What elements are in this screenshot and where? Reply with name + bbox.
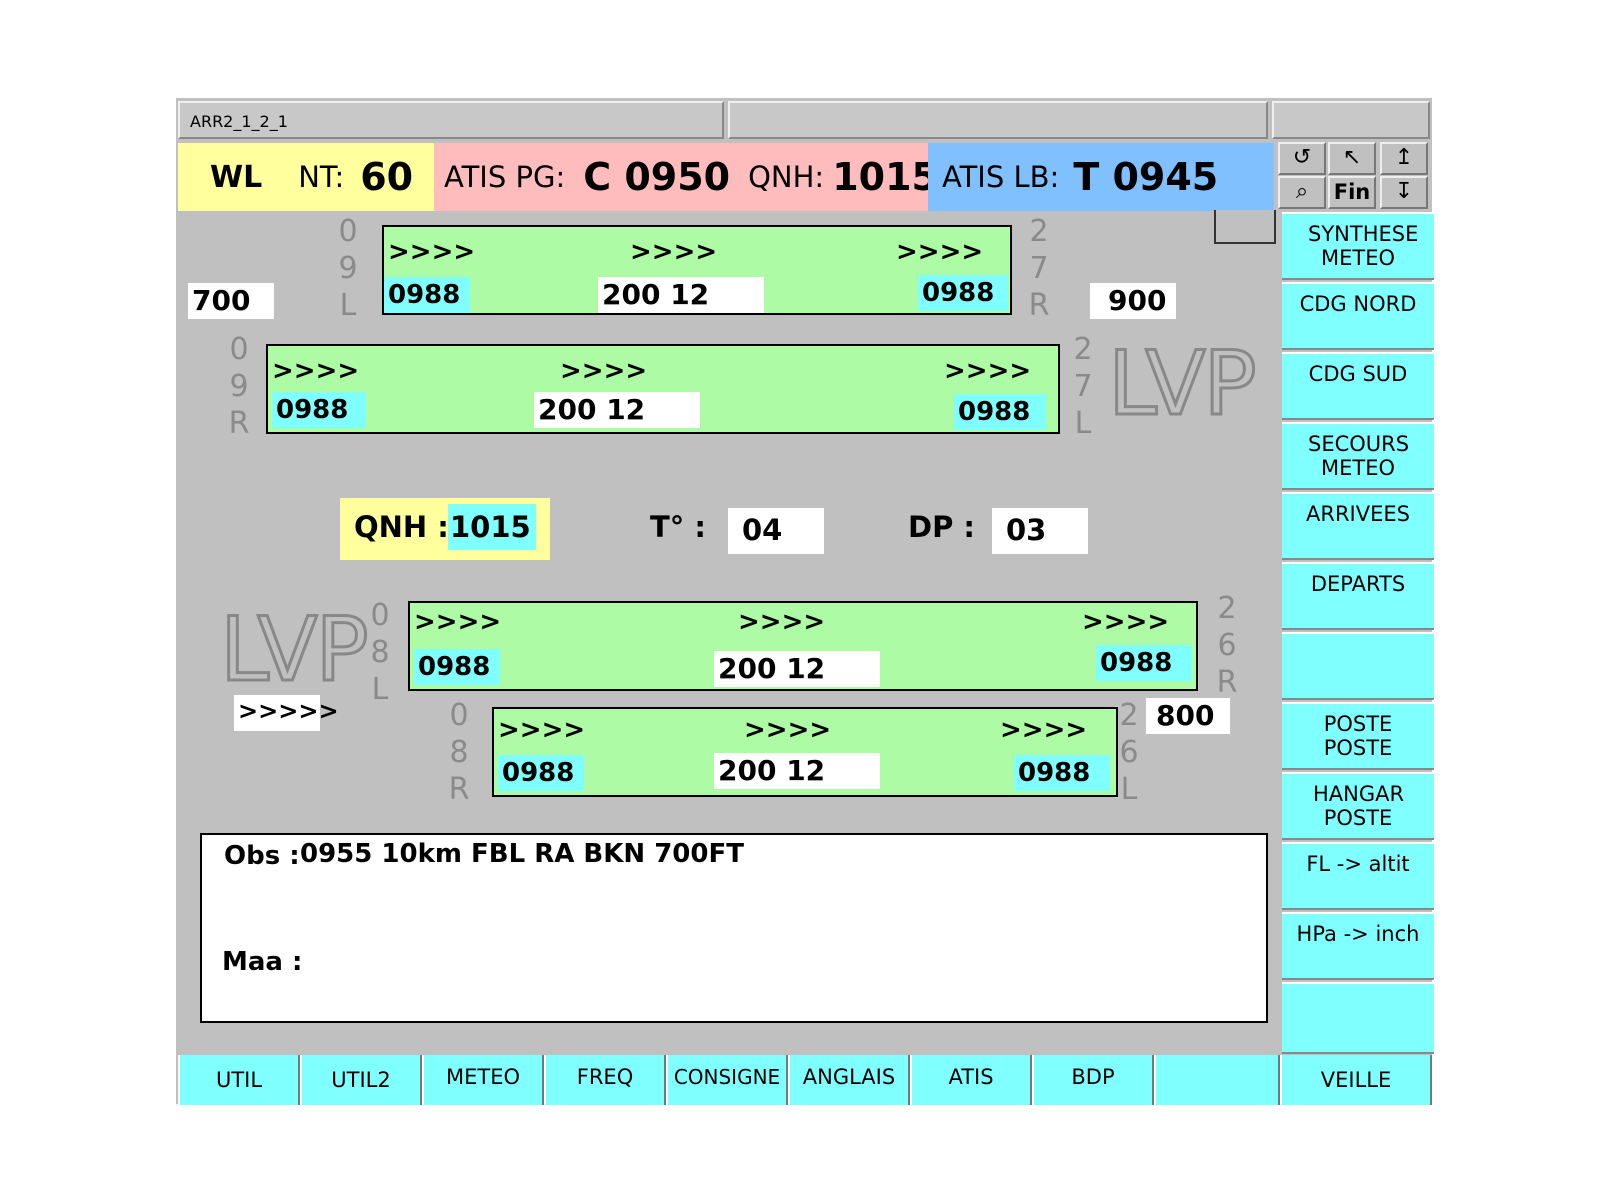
wl-label: WL: [210, 159, 263, 195]
bottom-empty-button[interactable]: [1154, 1055, 1280, 1105]
runway-left-value[interactable]: 0988: [498, 755, 584, 791]
sidebar-item-empty-2[interactable]: [1282, 982, 1434, 1054]
title-bar-spacer: [728, 101, 1268, 139]
bottom-veille-button[interactable]: VEILLE: [1280, 1055, 1432, 1105]
header-wl-section: WL NT: 60: [178, 143, 434, 211]
magnifier-icon[interactable]: ⌕: [1278, 176, 1326, 209]
runway-arrows: >>>>: [272, 356, 360, 386]
runway-arrows: >>>>: [1000, 715, 1088, 745]
runway-26l-side-value[interactable]: 800: [1146, 698, 1230, 734]
scroll-down-icon[interactable]: ↧: [1380, 176, 1428, 209]
sidebar-item-hangar-poste[interactable]: HANGAR POSTE: [1282, 772, 1434, 840]
bottom-consigne-button[interactable]: CONSIGNE: [666, 1055, 788, 1105]
runway-right-value[interactable]: 0988: [918, 275, 1008, 311]
runway-arrows: >>>>: [738, 607, 826, 637]
sidebar-item-cdg-nord[interactable]: CDG NORD: [1282, 282, 1434, 350]
bottom-meteo-button[interactable]: METEO: [422, 1055, 544, 1105]
runway-27l-label: 27L: [1073, 332, 1093, 441]
runway-center-value[interactable]: 200 12: [598, 277, 764, 313]
sidebar-item-fl-altit[interactable]: FL -> altit: [1282, 842, 1434, 910]
nt-label: NT:: [298, 160, 345, 194]
lvp-indicator-north: LVP: [1107, 332, 1259, 435]
runway-arrows: >>>>: [1082, 607, 1170, 637]
runway-09l-27r[interactable]: >>>> >>>> >>>> 0988 200 12 0988: [382, 225, 1012, 315]
runway-27r-side-value[interactable]: 900: [1090, 283, 1176, 319]
runway-08r-label: 08R: [448, 698, 470, 807]
runway-09l-label: 09L: [338, 214, 358, 323]
header-atis-pg-section: ATIS PG: C 0950 QNH: 1015: [434, 143, 938, 211]
sidebar-item-hpa-inch[interactable]: HPa -> inch: [1282, 912, 1434, 980]
runway-left-value[interactable]: 0988: [384, 277, 470, 313]
qnh-header-label: QNH:: [748, 160, 825, 194]
runway-left-value[interactable]: 0988: [414, 649, 500, 685]
lvp-indicator-south: LVP: [219, 598, 371, 701]
temp-label: T° :: [650, 510, 706, 544]
bottom-atis-button[interactable]: ATIS: [910, 1055, 1032, 1105]
bottom-freq-button[interactable]: FREQ: [544, 1055, 666, 1105]
maa-label: Maa :: [222, 947, 303, 977]
sidebar-item-arrivees[interactable]: ARRIVEES: [1282, 492, 1434, 560]
runway-arrows: >>>>: [498, 715, 586, 745]
bottom-bdp-button[interactable]: BDP: [1032, 1055, 1154, 1105]
undo-icon[interactable]: ↺: [1278, 142, 1326, 175]
header-atis-lb-section: ATIS LB: T 0945: [928, 143, 1274, 211]
runway-arrows: >>>>: [896, 237, 984, 267]
runway-center-value[interactable]: 200 12: [534, 392, 700, 428]
bottom-util-button[interactable]: UTIL: [178, 1055, 300, 1105]
runway-08l-26r[interactable]: >>>> >>>> >>>> 0988 200 12 0988: [408, 601, 1198, 691]
runway-09r-27l[interactable]: >>>> >>>> >>>> 0988 200 12 0988: [266, 344, 1060, 434]
dew-point-value[interactable]: 03: [992, 508, 1088, 554]
runway-right-value[interactable]: 0988: [1096, 645, 1192, 681]
sidebar-item-poste-poste[interactable]: POSTE POSTE: [1282, 702, 1434, 770]
obs-value: 0955 10km FBL RA BKN 700FT: [300, 839, 744, 869]
atis-lb-value: T 0945: [1073, 155, 1219, 199]
temp-value[interactable]: 04: [728, 508, 824, 554]
sidebar-item-cdg-sud[interactable]: CDG SUD: [1282, 352, 1434, 420]
runway-26r-label: 26R: [1216, 591, 1238, 700]
runway-arrows: >>>>: [744, 715, 832, 745]
runway-27r-label: 27R: [1028, 214, 1050, 323]
obs-label: Obs :: [224, 841, 300, 871]
bottom-util2-button[interactable]: UTIL2: [300, 1055, 422, 1105]
qnh-label: QNH :: [354, 510, 449, 544]
runway-right-value[interactable]: 0988: [1014, 755, 1110, 791]
runway-center-value[interactable]: 200 12: [714, 651, 880, 687]
corner-box[interactable]: [1214, 210, 1276, 244]
sidebar-item-synthese-meteo[interactable]: SYNTHESE METEO: [1282, 212, 1434, 280]
qnh-header-value: 1015: [832, 155, 938, 199]
runway-26l-label: 26L: [1119, 698, 1139, 807]
qnh-panel: QNH : 1015: [340, 498, 550, 560]
sidebar-item-secours-meteo[interactable]: SECOURS METEO: [1282, 422, 1434, 490]
fin-button[interactable]: Fin: [1328, 176, 1376, 209]
runway-center-value[interactable]: 200 12: [714, 753, 880, 789]
bottom-anglais-button[interactable]: ANGLAIS: [788, 1055, 910, 1105]
runway-08l-side-value[interactable]: >>>>>: [234, 695, 339, 731]
observation-panel[interactable]: Obs : 0955 10km FBL RA BKN 700FT Maa :: [200, 833, 1268, 1023]
runway-arrows: >>>>: [630, 237, 718, 267]
runway-arrows: >>>>: [388, 237, 476, 267]
nt-value: 60: [360, 155, 414, 199]
qnh-value[interactable]: 1015: [448, 504, 536, 550]
runway-arrows: >>>>: [560, 356, 648, 386]
runway-right-value[interactable]: 0988: [954, 394, 1046, 430]
sidebar-item-departs[interactable]: DEPARTS: [1282, 562, 1434, 630]
runway-left-value[interactable]: 0988: [272, 392, 366, 428]
runway-arrows: >>>>: [944, 356, 1032, 386]
window-title: ARR2_1_2_1: [178, 101, 724, 139]
runway-arrows: >>>>: [414, 607, 502, 637]
runway-08r-26l[interactable]: >>>> >>>> >>>> 0988 200 12 0988: [492, 707, 1118, 797]
runway-09l-side-value[interactable]: 700: [188, 283, 274, 319]
runway-09r-label: 09R: [228, 332, 250, 441]
runway-08l-label: 08L: [370, 598, 390, 707]
atis-lb-label: ATIS LB:: [942, 160, 1060, 194]
dew-point-label: DP :: [908, 510, 976, 544]
title-bar-spacer-right: [1272, 101, 1430, 139]
atis-pg-value: C 0950: [583, 155, 731, 199]
pointer-arrow-icon[interactable]: ↖: [1328, 142, 1376, 175]
atis-pg-label: ATIS PG:: [444, 160, 566, 194]
sidebar-item-empty-1[interactable]: [1282, 632, 1434, 700]
scroll-up-icon[interactable]: ↥: [1380, 142, 1428, 175]
